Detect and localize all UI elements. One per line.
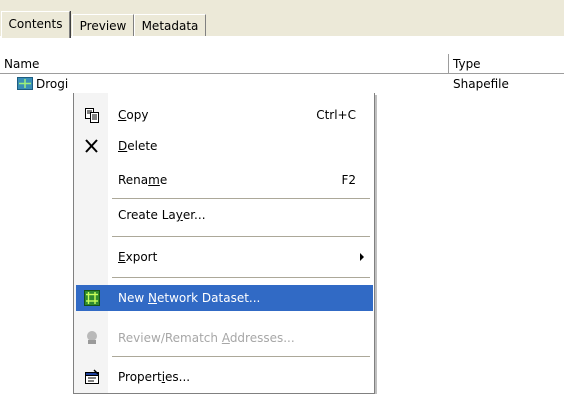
menu-item-label: Review/Rematch Addresses...: [118, 331, 295, 345]
dataset-type: Shapefile: [453, 77, 509, 91]
menu-item-label: Copy: [118, 108, 149, 122]
menu-separator: [112, 198, 370, 199]
menu-item-shortcut: F2: [341, 173, 356, 187]
line-shapefile-icon: [17, 77, 33, 90]
menu-separator: [112, 236, 370, 237]
submenu-arrow-icon: [360, 253, 364, 261]
menu-separator: [112, 277, 370, 278]
tab-preview[interactable]: Preview: [72, 14, 134, 36]
menu-item-new-network-dataset[interactable]: New Network Dataset...: [76, 285, 373, 311]
menu-item-properties[interactable]: Properties...: [76, 364, 373, 390]
menu-item-label: New Network Dataset...: [118, 291, 261, 305]
context-menu: Copy Ctrl+C Delete Rename F2 Create Laye…: [73, 93, 375, 394]
menu-item-export[interactable]: Export: [76, 244, 373, 270]
menu-item-label: Export: [118, 250, 158, 264]
copy-icon: [85, 108, 99, 123]
column-header-type[interactable]: Type: [449, 54, 564, 73]
menu-item-delete[interactable]: Delete: [76, 133, 373, 159]
delete-x-icon: [85, 139, 98, 153]
properties-icon: [85, 369, 99, 384]
menu-item-label: Rename: [118, 173, 168, 187]
menu-item-copy[interactable]: Copy Ctrl+C: [76, 102, 373, 128]
menu-item-label: Delete: [118, 139, 158, 153]
menu-item-rename[interactable]: Rename F2: [76, 167, 373, 193]
tab-contents[interactable]: Contents: [1, 11, 70, 38]
menu-item-label: Create Layer...: [118, 208, 206, 222]
dataset-name: Drogi: [36, 77, 69, 91]
menu-item-shortcut: Ctrl+C: [316, 108, 356, 122]
tab-strip: Contents Preview Metadata: [0, 0, 564, 38]
address-locator-icon: [87, 331, 97, 344]
menu-separator: [112, 356, 370, 357]
menu-item-review-rematch-addresses: Review/Rematch Addresses...: [76, 325, 373, 351]
menu-item-create-layer[interactable]: Create Layer...: [76, 202, 373, 228]
list-item[interactable]: Drogi Shapefile: [0, 75, 564, 92]
tab-metadata[interactable]: Metadata: [134, 14, 206, 36]
menu-item-label: Properties...: [118, 370, 191, 384]
column-header-name[interactable]: Name: [0, 54, 448, 73]
network-dataset-icon: [84, 290, 100, 306]
list-header: Name Type: [0, 54, 564, 74]
